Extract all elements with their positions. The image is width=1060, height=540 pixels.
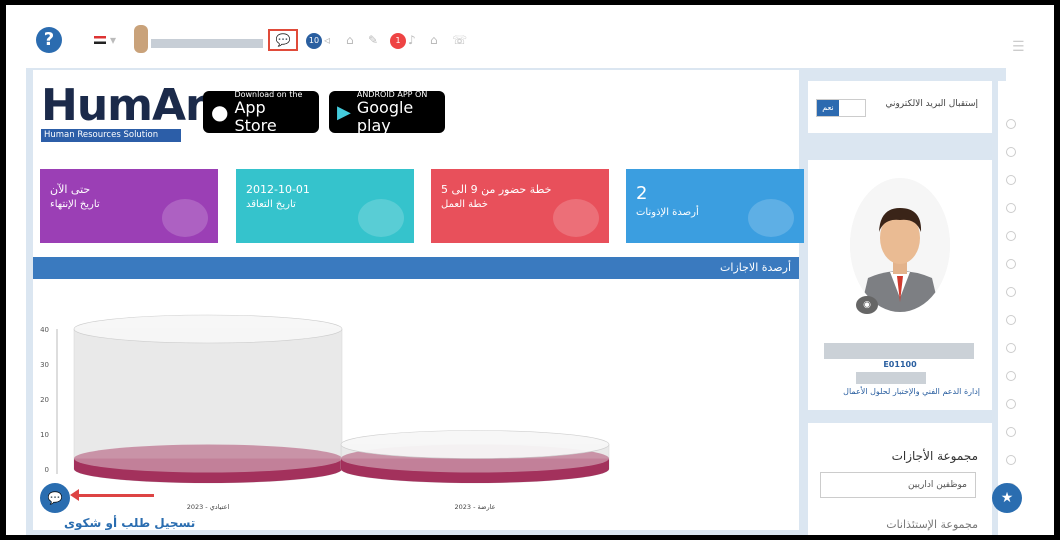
side-nav-item-icon[interactable] (1006, 427, 1016, 437)
vacation-group-select[interactable]: موظفين اداريين (820, 472, 976, 498)
speech-bubble-icon (748, 199, 794, 237)
side-nav-item-icon[interactable] (1006, 343, 1016, 353)
menu-icon[interactable]: ☰ (1012, 39, 1026, 55)
avatar[interactable] (134, 25, 148, 53)
profile-panel: ◉ E01100 إدارة الدعم الفني والإختبار لحل… (808, 160, 992, 410)
human-logo: HumAn Human Resources Solution (41, 84, 216, 142)
side-nav-item-icon[interactable] (1006, 119, 1016, 129)
tile-contract-date[interactable]: 2012-10-01 تاريخ التعاقد (236, 169, 414, 243)
top-bar: ? ▾ 💬 10 ◃ ⌂ ✎ 1 ♪ ⌂ ☏ ☰ (6, 5, 1054, 63)
employee-title-blurred (856, 372, 926, 384)
employee-name-blurred (824, 343, 974, 359)
phone-icon[interactable]: ☏ (452, 33, 467, 47)
google-play-line2: Google play (356, 97, 414, 135)
vacation-balance-chart: 0 10 20 30 40 اعتيادي - 2023 عارضة - 2023 (40, 314, 610, 511)
dashboard-content: HumAn Human Resources Solution ● Downloa… (33, 70, 804, 530)
y-tick-label: 40 (40, 326, 49, 334)
side-nav-item-icon[interactable] (1006, 231, 1016, 241)
y-tick-label: 0 (45, 466, 49, 474)
megaphone-icon[interactable]: ◃ (324, 33, 330, 47)
bar-total-top (73, 314, 343, 344)
vacation-group-title: مجموعة الأجازات (891, 449, 978, 463)
side-nav-item-icon[interactable] (1006, 315, 1016, 325)
side-nav-item-icon[interactable] (1006, 259, 1016, 269)
bar-total-top (340, 430, 610, 459)
y-tick-label: 30 (40, 361, 49, 369)
side-nav (998, 81, 1026, 535)
section-title: أرصدة الاجازات (33, 257, 799, 279)
department-link[interactable]: إدارة الدعم الفني والإختبار لحلول الأعما… (843, 387, 980, 396)
language-flag-icon[interactable] (94, 36, 106, 44)
side-nav-item-icon[interactable] (1006, 455, 1016, 465)
y-tick-label: 10 (40, 431, 49, 439)
bar-used-top (74, 444, 342, 473)
cart-icon (358, 199, 404, 237)
globe-icon (162, 199, 208, 237)
y-tick-label: 20 (40, 396, 49, 404)
side-nav-item-icon[interactable] (1006, 399, 1016, 409)
side-nav-item-icon[interactable] (1006, 371, 1016, 381)
toggle-on-label: نعم (817, 100, 839, 116)
tile-value: خطة حضور من 9 الى 5 (441, 183, 552, 196)
play-icon: ▶ (337, 101, 351, 123)
side-nav-item-icon[interactable] (1006, 203, 1016, 213)
arrow-annotation (70, 489, 154, 501)
tile-permission-balance[interactable]: 2 أرصدة الإذونات (626, 169, 804, 243)
email-panel: إستقبال البريد الالكتروني نعم (808, 81, 992, 133)
user-name-blurred (151, 39, 263, 48)
chevron-down-icon[interactable]: ▾ (110, 33, 116, 47)
tile-value: 2012-10-01 (246, 183, 310, 196)
app-window: ? ▾ 💬 10 ◃ ⌂ ✎ 1 ♪ ⌂ ☏ ☰ HumAn Human Res… (6, 5, 1054, 535)
help-icon[interactable]: ? (36, 27, 62, 53)
app-store-line2: App Store (234, 97, 277, 135)
alert-count-badge: 1 (390, 33, 406, 49)
profile-photo (850, 178, 950, 312)
logo-word: HumAn (41, 80, 216, 131)
vacation-group-panel: مجموعة الأجازات موظفين اداريين مجموعة ال… (808, 423, 992, 535)
app-store-button[interactable]: ● Download on the App Store (203, 90, 319, 135)
tile-work-plan[interactable]: خطة حضور من 9 الى 5 خطة العمل (431, 169, 609, 243)
email-label: إستقبال البريد الالكتروني (885, 99, 978, 109)
x-tick-label: عارضة - 2023 (454, 503, 495, 511)
google-play-button[interactable]: ▶ ANDROID APP ON Google play (329, 90, 445, 135)
person-avatar-icon (850, 178, 950, 312)
favorites-fab-button[interactable]: ★ (992, 483, 1022, 513)
home-icon[interactable]: ⌂ (346, 33, 354, 47)
chat-fab-button[interactable]: 💬 (40, 483, 70, 513)
chat-icon[interactable]: 💬 (268, 29, 298, 51)
main-area: HumAn Human Resources Solution ● Downloa… (26, 68, 1026, 535)
permission-group-title: مجموعة الإستئذانات (886, 518, 978, 531)
x-tick-label: اعتيادي - 2023 (187, 503, 230, 511)
apple-icon: ● (211, 100, 229, 124)
email-toggle[interactable]: نعم (816, 99, 866, 117)
register-request-label: تسجيل طلب أو شكوى (64, 516, 196, 530)
tile-end-date[interactable]: حتى الآن تاريخ الإنتهاء (40, 169, 218, 243)
bell-icon[interactable]: ♪ (408, 33, 416, 47)
tile-value: حتى الآن (50, 183, 91, 196)
bar-chart-icon (553, 199, 599, 237)
side-nav-item-icon[interactable] (1006, 287, 1016, 297)
chat-count-badge: 10 (306, 33, 322, 49)
employee-id: E01100 (883, 360, 917, 369)
side-nav-item-icon[interactable] (1006, 175, 1016, 185)
lock-icon[interactable]: ⌂ (430, 33, 438, 47)
pen-icon[interactable]: ✎ (368, 33, 378, 47)
side-nav-item-icon[interactable] (1006, 147, 1016, 157)
camera-icon[interactable]: ◉ (856, 296, 878, 314)
